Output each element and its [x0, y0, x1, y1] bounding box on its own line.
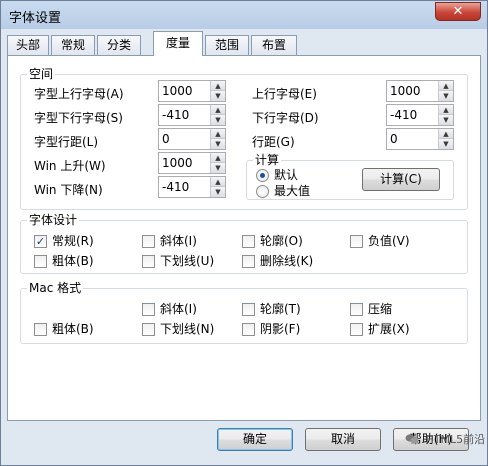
spin-down-icon[interactable]: ▼: [211, 163, 225, 173]
linegap-label: 字型行距(L): [34, 135, 99, 149]
spin-up-icon[interactable]: ▲: [211, 129, 225, 139]
ascender-spinbox[interactable]: 1000 ▲ ▼: [158, 80, 226, 102]
cancel-button[interactable]: 取消: [305, 428, 381, 451]
calc-default-radio[interactable]: [256, 169, 269, 182]
spin-up-icon[interactable]: ▲: [439, 81, 453, 91]
mac-extend-label: 扩展(X): [368, 322, 410, 336]
watermark-text: HTML5前沿: [425, 433, 486, 446]
mac-outline-label: 轮廓(T): [260, 302, 301, 316]
typo-ascender-label: 上行字母(E): [252, 87, 317, 101]
spin-down-icon[interactable]: ▼: [211, 187, 225, 197]
wechat-icon: [405, 434, 419, 444]
outline-checkbox[interactable]: [242, 235, 255, 248]
font-settings-dialog: 字体设置 ✕ 头部 常规 分类 度量 范围 布置 空间 字型上行字母(A) 10…: [0, 0, 488, 466]
bold-checkbox[interactable]: [34, 255, 47, 268]
tab-strip: 头部 常规 分类 度量 范围 布置: [7, 31, 481, 56]
linegap-value: 0: [162, 132, 170, 146]
win-descent-spinbox[interactable]: -410 ▲ ▼: [158, 176, 226, 198]
tab-layout[interactable]: 布置: [251, 35, 297, 56]
spin-down-icon[interactable]: ▼: [439, 115, 453, 125]
descender-label: 字型下行字母(S): [34, 111, 123, 125]
strikeout-label: 删除线(K): [260, 254, 314, 268]
mac-condense-label: 压缩: [368, 302, 393, 316]
title-bar: 字体设置 ✕: [1, 1, 487, 29]
mac-shadow-label: 阴影(F): [260, 322, 301, 336]
win-descent-label: Win 下降(N): [34, 183, 103, 197]
mac-extend-checkbox[interactable]: [350, 323, 363, 336]
calc-group-title: 计算: [253, 152, 282, 168]
mac-shadow-checkbox[interactable]: [242, 323, 255, 336]
ascender-label: 字型上行字母(A): [34, 87, 124, 101]
outline-label: 轮廓(O): [260, 234, 303, 248]
metrics-panel: 空间 字型上行字母(A) 1000 ▲ ▼ 字型下行字母(S) -410 ▲ ▼ 字…: [7, 55, 481, 421]
win-ascent-value: 1000: [162, 156, 193, 170]
descender-spinbox[interactable]: -410 ▲ ▼: [158, 104, 226, 126]
descender-value: -410: [162, 108, 190, 122]
mac-underline-checkbox[interactable]: [142, 323, 155, 336]
tab-range[interactable]: 范围: [205, 35, 249, 56]
spin-up-icon[interactable]: ▲: [211, 153, 225, 163]
underline-checkbox[interactable]: [142, 255, 155, 268]
underline-label: 下划线(U): [160, 254, 215, 268]
spin-up-icon[interactable]: ▲: [439, 105, 453, 115]
win-ascent-spinbox[interactable]: 1000 ▲ ▼: [158, 152, 226, 174]
spin-up-icon[interactable]: ▲: [211, 177, 225, 187]
tab-header[interactable]: 头部: [7, 35, 49, 56]
typo-descender-value: -410: [390, 108, 418, 122]
mac-outline-checkbox[interactable]: [242, 303, 255, 316]
mac-bold-checkbox[interactable]: [34, 323, 47, 336]
spin-down-icon[interactable]: ▼: [439, 139, 453, 149]
watermark: HTML5前沿: [405, 431, 485, 447]
spin-up-icon[interactable]: ▲: [439, 129, 453, 139]
tab-general[interactable]: 常规: [51, 35, 95, 56]
calculate-button[interactable]: 计算(C): [362, 168, 440, 191]
typo-descender-label: 下行字母(D): [252, 111, 319, 125]
design-group-title: 字体设计: [27, 212, 80, 228]
mac-underline-label: 下划线(N): [160, 322, 215, 336]
spin-down-icon[interactable]: ▼: [439, 91, 453, 101]
mac-italic-checkbox[interactable]: [142, 303, 155, 316]
typo-linegap-spinbox[interactable]: 0 ▲ ▼: [386, 128, 454, 150]
typo-ascender-spinbox[interactable]: 1000 ▲ ▼: [386, 80, 454, 102]
close-button[interactable]: ✕: [435, 2, 481, 21]
ascender-value: 1000: [162, 84, 193, 98]
typo-linegap-label: 行距(G): [252, 135, 295, 149]
italic-label: 斜体(I): [160, 234, 197, 248]
linegap-spinbox[interactable]: 0 ▲ ▼: [158, 128, 226, 150]
calc-default-label: 默认: [274, 168, 299, 182]
regular-label: 常规(R): [52, 234, 94, 248]
spin-up-icon[interactable]: ▲: [211, 105, 225, 115]
regular-checkbox[interactable]: ✓: [34, 235, 47, 248]
mac-italic-label: 斜体(I): [160, 302, 197, 316]
bold-label: 粗体(B): [52, 254, 94, 268]
calc-max-radio[interactable]: [256, 185, 269, 198]
spin-up-icon[interactable]: ▲: [211, 81, 225, 91]
spin-down-icon[interactable]: ▼: [211, 139, 225, 149]
win-descent-value: -410: [162, 180, 190, 194]
italic-checkbox[interactable]: [142, 235, 155, 248]
typo-descender-spinbox[interactable]: -410 ▲ ▼: [386, 104, 454, 126]
tab-metrics[interactable]: 度量: [153, 31, 203, 56]
win-ascent-label: Win 上升(W): [34, 159, 106, 173]
calc-max-label: 最大值: [274, 184, 311, 198]
typo-linegap-value: 0: [390, 132, 398, 146]
typo-ascender-value: 1000: [390, 84, 421, 98]
spin-down-icon[interactable]: ▼: [211, 115, 225, 125]
negative-checkbox[interactable]: [350, 235, 363, 248]
mac-condense-checkbox[interactable]: [350, 303, 363, 316]
ok-button[interactable]: 确定: [217, 428, 293, 451]
window-title: 字体设置: [9, 11, 62, 26]
space-group-title: 空间: [27, 66, 56, 82]
mac-group-title: Mac 格式: [27, 280, 84, 296]
spin-down-icon[interactable]: ▼: [211, 91, 225, 101]
negative-label: 负值(V): [368, 234, 410, 248]
tab-category[interactable]: 分类: [97, 35, 141, 56]
mac-bold-label: 粗体(B): [52, 322, 94, 336]
strikeout-checkbox[interactable]: [242, 255, 255, 268]
